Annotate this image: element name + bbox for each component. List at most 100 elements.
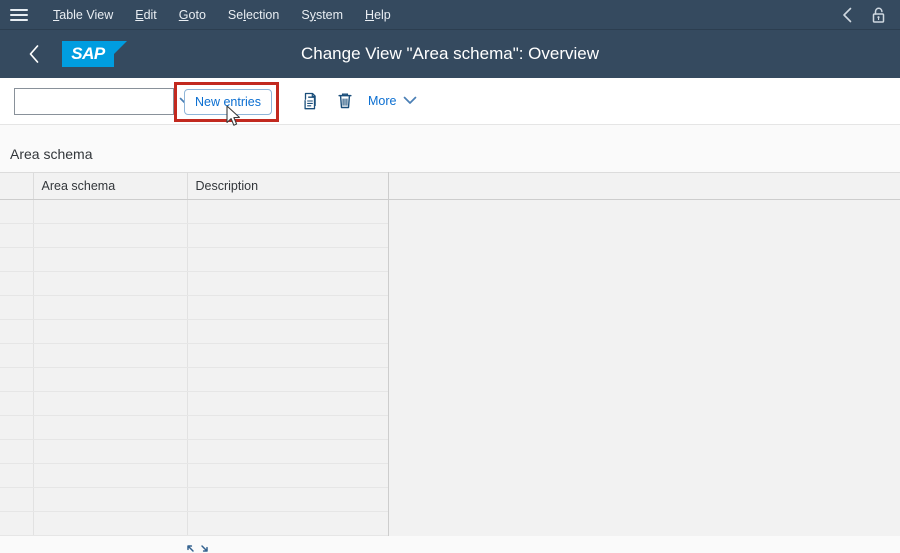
splitter-handle[interactable] bbox=[183, 543, 211, 553]
row-select-cell[interactable] bbox=[0, 391, 34, 416]
row-select-cell[interactable] bbox=[0, 223, 34, 248]
menu-item-help[interactable]: Help bbox=[354, 0, 402, 30]
cell-description[interactable] bbox=[186, 487, 389, 512]
menu-item-goto[interactable]: Goto bbox=[168, 0, 217, 30]
cell-filler bbox=[388, 391, 900, 416]
cell-description[interactable] bbox=[186, 271, 389, 296]
menu-item-edit[interactable]: Edit bbox=[124, 0, 168, 30]
cell-filler bbox=[388, 271, 900, 296]
row-select-cell[interactable] bbox=[0, 463, 34, 488]
view-select-combobox[interactable] bbox=[14, 87, 193, 115]
cell-area-schema[interactable] bbox=[33, 295, 188, 320]
cell-filler bbox=[388, 511, 900, 536]
table-header-row: Area schema Description bbox=[0, 172, 900, 200]
page-title: Change View "Area schema": Overview bbox=[300, 44, 600, 63]
column-header-description[interactable]: Description bbox=[186, 172, 389, 200]
cell-area-schema[interactable] bbox=[33, 391, 188, 416]
cell-area-schema[interactable] bbox=[33, 223, 188, 248]
row-select-cell[interactable] bbox=[0, 415, 34, 440]
cell-description[interactable] bbox=[186, 247, 389, 272]
menu-item-selection[interactable]: Selection bbox=[217, 0, 290, 30]
table-row[interactable] bbox=[0, 223, 900, 248]
table-row[interactable] bbox=[0, 463, 900, 488]
cell-area-schema[interactable] bbox=[33, 463, 188, 488]
copy-icon[interactable] bbox=[294, 86, 328, 116]
cell-area-schema[interactable] bbox=[33, 487, 188, 512]
cell-description[interactable] bbox=[186, 295, 389, 320]
cell-description[interactable] bbox=[186, 223, 389, 248]
lock-icon[interactable] bbox=[870, 5, 888, 25]
row-select-cell[interactable] bbox=[0, 367, 34, 392]
cell-area-schema[interactable] bbox=[33, 511, 188, 536]
table-head: Area schema Description bbox=[0, 172, 900, 200]
table-row[interactable] bbox=[0, 487, 900, 512]
cell-description[interactable] bbox=[186, 463, 389, 488]
chevron-down-icon bbox=[403, 94, 417, 108]
arrow-up-left-icon bbox=[186, 544, 194, 552]
table-row[interactable] bbox=[0, 367, 900, 392]
cell-filler bbox=[388, 463, 900, 488]
cell-filler bbox=[388, 487, 900, 512]
cell-filler bbox=[388, 319, 900, 344]
table-row[interactable] bbox=[0, 511, 900, 536]
menu-item-system[interactable]: System bbox=[290, 0, 354, 30]
table-row[interactable] bbox=[0, 295, 900, 320]
table-row[interactable] bbox=[0, 439, 900, 464]
cell-description[interactable] bbox=[186, 319, 389, 344]
table-row[interactable] bbox=[0, 247, 900, 272]
cell-area-schema[interactable] bbox=[33, 343, 188, 368]
back-arrow-icon[interactable] bbox=[20, 40, 48, 68]
sap-logo-text: SAP bbox=[71, 44, 105, 63]
back-chevron-icon[interactable] bbox=[838, 5, 856, 25]
cell-description[interactable] bbox=[186, 415, 389, 440]
row-select-cell[interactable] bbox=[0, 343, 34, 368]
cell-area-schema[interactable] bbox=[33, 199, 188, 224]
cell-description[interactable] bbox=[186, 391, 389, 416]
more-button[interactable]: More bbox=[362, 86, 423, 116]
menu-item-table-view[interactable]: Table View bbox=[42, 0, 124, 30]
row-select-cell[interactable] bbox=[0, 319, 34, 344]
area-schema-table: Area schema Description bbox=[0, 172, 900, 536]
table-row[interactable] bbox=[0, 391, 900, 416]
column-header-area-schema[interactable]: Area schema bbox=[33, 172, 188, 200]
cell-description[interactable] bbox=[186, 439, 389, 464]
row-select-cell[interactable] bbox=[0, 199, 34, 224]
cell-area-schema[interactable] bbox=[33, 439, 188, 464]
column-header-select[interactable] bbox=[0, 172, 34, 200]
row-select-cell[interactable] bbox=[0, 487, 34, 512]
more-button-label: More bbox=[368, 94, 397, 108]
new-entries-button[interactable]: New entries bbox=[184, 89, 272, 115]
content-area: Area schema Area schema Description bbox=[0, 125, 900, 551]
cell-description[interactable] bbox=[186, 343, 389, 368]
table-row[interactable] bbox=[0, 343, 900, 368]
table-row[interactable] bbox=[0, 415, 900, 440]
row-select-cell[interactable] bbox=[0, 271, 34, 296]
view-select-input[interactable] bbox=[15, 88, 179, 114]
cell-description[interactable] bbox=[186, 367, 389, 392]
trash-icon[interactable] bbox=[328, 86, 362, 116]
cell-filler bbox=[388, 439, 900, 464]
cell-filler bbox=[388, 415, 900, 440]
cell-area-schema[interactable] bbox=[33, 319, 188, 344]
row-select-cell[interactable] bbox=[0, 439, 34, 464]
table-row[interactable] bbox=[0, 271, 900, 296]
cell-area-schema[interactable] bbox=[33, 415, 188, 440]
row-select-cell[interactable] bbox=[0, 511, 34, 536]
table-row[interactable] bbox=[0, 319, 900, 344]
cell-description[interactable] bbox=[186, 511, 389, 536]
cell-area-schema[interactable] bbox=[33, 271, 188, 296]
row-select-cell[interactable] bbox=[0, 247, 34, 272]
row-select-cell[interactable] bbox=[0, 295, 34, 320]
cell-area-schema[interactable] bbox=[33, 247, 188, 272]
hamburger-icon[interactable] bbox=[6, 4, 32, 26]
sap-gui-window: Table View Edit Goto Selection System He… bbox=[0, 0, 900, 553]
sap-logo[interactable]: SAP bbox=[62, 41, 127, 67]
cell-filler bbox=[388, 199, 900, 224]
cell-filler bbox=[388, 223, 900, 248]
cell-area-schema[interactable] bbox=[33, 367, 188, 392]
table-row[interactable] bbox=[0, 199, 900, 224]
menu-bar-right-icons bbox=[838, 5, 892, 25]
cell-filler bbox=[388, 343, 900, 368]
cell-filler bbox=[388, 247, 900, 272]
cell-description[interactable] bbox=[186, 199, 389, 224]
